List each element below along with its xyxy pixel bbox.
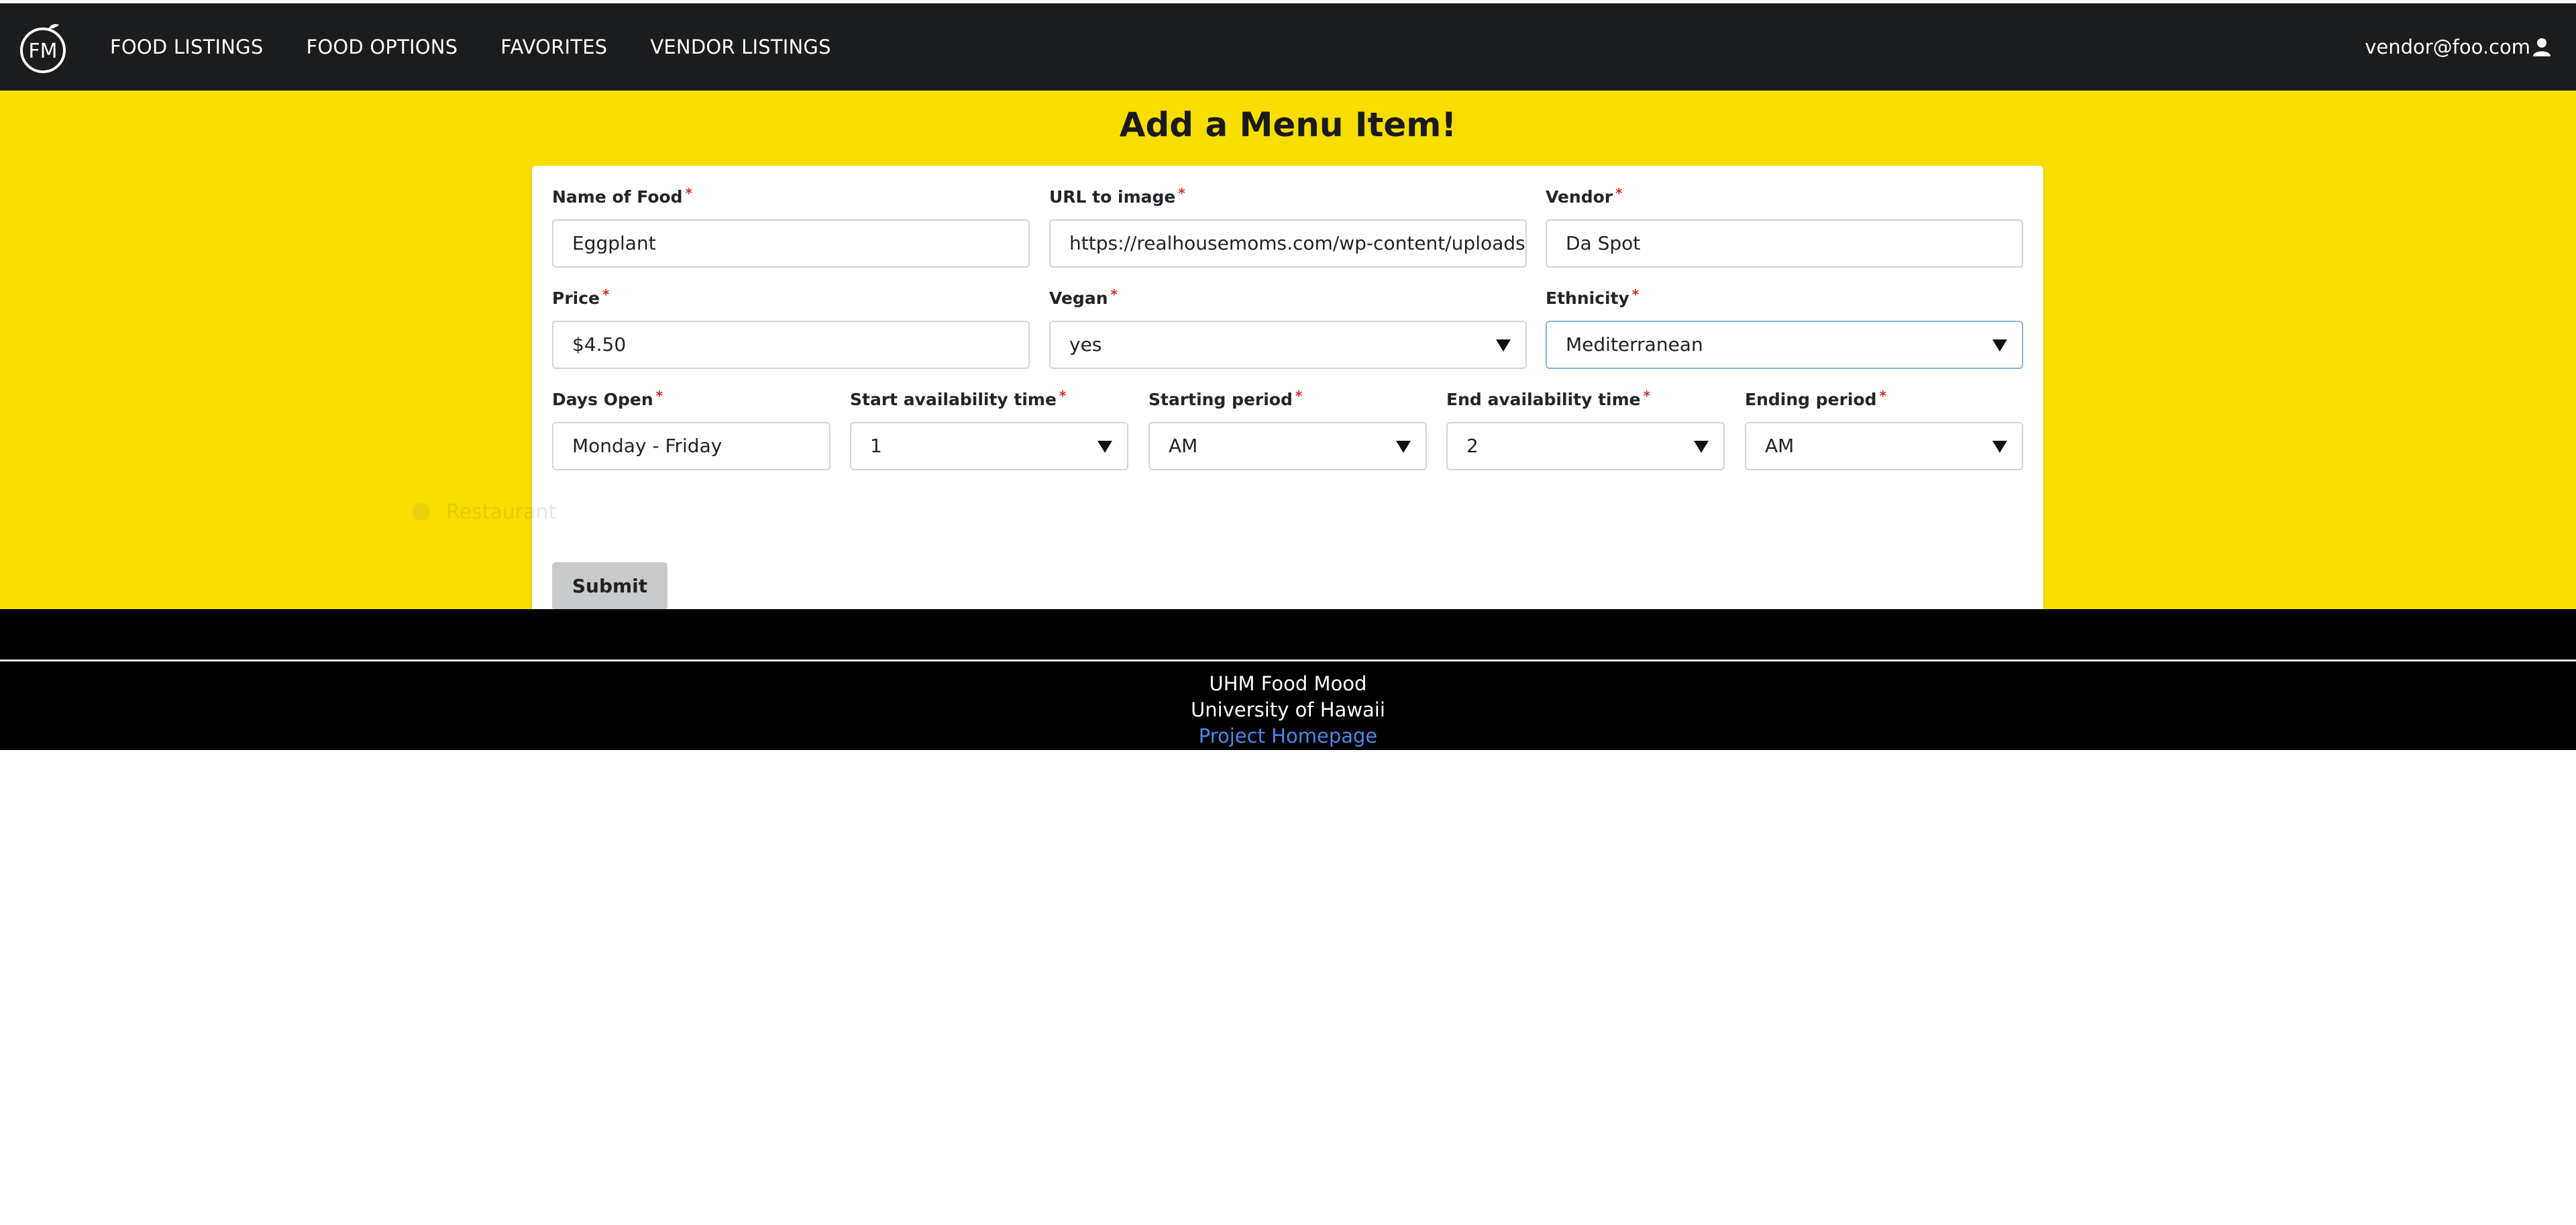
vegan-selected-value: yes xyxy=(1069,333,1102,356)
end-time-label: End availability time xyxy=(1446,390,1641,409)
start-time-label: Start availability time xyxy=(850,390,1057,409)
footer-divider xyxy=(0,659,2576,661)
nav-food-options[interactable]: FOOD OPTIONS xyxy=(306,36,458,58)
vendor-label: Vendor xyxy=(1546,187,1613,207)
user-email: vendor@foo.com xyxy=(2365,36,2530,58)
logo-icon[interactable]: FM xyxy=(19,21,67,74)
user-menu[interactable]: vendor@foo.com xyxy=(2365,3,2552,91)
food-name-input[interactable]: Eggplant xyxy=(552,219,1030,268)
caret-down-icon xyxy=(1694,441,1709,453)
end-period-label: Ending period xyxy=(1745,390,1877,409)
days-open-label: Days Open xyxy=(552,390,653,409)
start-period-label: Starting period xyxy=(1148,390,1293,409)
footer-university: University of Hawaii xyxy=(1191,698,1385,721)
caret-down-icon xyxy=(1496,339,1511,352)
nav-favorites[interactable]: FAVORITES xyxy=(500,36,607,58)
price-label: Price xyxy=(552,288,600,308)
required-mark: * xyxy=(685,185,693,201)
add-menu-item-form: Name of Food * Eggplant URL to image * htt… xyxy=(532,166,2043,647)
main-section: Add a Menu Item! Name of Food * Eggplant … xyxy=(0,91,2576,647)
user-icon xyxy=(2533,38,2551,56)
vegan-label: Vegan xyxy=(1049,288,1108,308)
ethnicity-select[interactable]: Mediterranean xyxy=(1546,321,2023,369)
vendor-field: Vendor * Da Spot xyxy=(1546,185,2023,268)
required-mark: * xyxy=(655,388,663,404)
end-period-field: Ending period * AM xyxy=(1745,388,2023,470)
food-name-field: Name of Food * Eggplant xyxy=(552,185,1030,268)
footer-site-name: UHM Food Mood xyxy=(1209,672,1367,695)
caret-down-icon xyxy=(1097,441,1112,453)
required-mark: * xyxy=(1178,185,1185,201)
end-time-selected-value: 2 xyxy=(1466,435,1479,457)
project-homepage-link[interactable]: Project Homepage xyxy=(0,723,2576,749)
required-mark: * xyxy=(602,286,610,303)
days-open-input[interactable]: Monday - Friday xyxy=(552,422,830,470)
required-mark: * xyxy=(1295,388,1303,404)
nav-links: FOOD LISTINGS FOOD OPTIONS FAVORITES VEN… xyxy=(110,3,874,91)
required-mark: * xyxy=(1110,286,1118,303)
footer-text: UHM Food Mood University of Hawaii Proje… xyxy=(0,671,2576,749)
footer: UHM Food Mood University of Hawaii Proje… xyxy=(0,609,2576,750)
image-url-label: URL to image xyxy=(1049,187,1176,207)
logo-text: FM xyxy=(28,40,57,63)
price-field: Price * $4.50 xyxy=(552,286,1030,369)
end-period-select[interactable]: AM xyxy=(1745,422,2023,470)
ethnicity-selected-value: Mediterranean xyxy=(1566,333,1703,356)
submit-button[interactable]: Submit xyxy=(552,562,667,610)
end-time-select[interactable]: 2 xyxy=(1446,422,1725,470)
caret-down-icon xyxy=(1992,441,2007,453)
required-mark: * xyxy=(1615,185,1623,201)
nav-food-listings[interactable]: FOOD LISTINGS xyxy=(110,36,263,58)
caret-down-icon xyxy=(1992,339,2007,352)
start-time-select[interactable]: 1 xyxy=(850,422,1128,470)
page-title: Add a Menu Item! xyxy=(1119,105,1457,144)
top-navbar: FM FOOD LISTINGS FOOD OPTIONS FAVORITES … xyxy=(0,3,2576,91)
ghost-radio-label: Restaurant xyxy=(446,500,557,524)
start-time-selected-value: 1 xyxy=(870,435,882,457)
start-time-field: Start availability time * 1 xyxy=(850,388,1128,470)
required-mark: * xyxy=(1643,388,1651,404)
vegan-select[interactable]: yes xyxy=(1049,321,1527,369)
caret-down-icon xyxy=(1396,441,1411,453)
end-time-field: End availability time * 2 xyxy=(1446,388,1725,470)
ethnicity-label: Ethnicity xyxy=(1546,288,1629,308)
required-mark: * xyxy=(1631,286,1640,303)
nav-vendor-listings[interactable]: VENDOR LISTINGS xyxy=(650,36,830,58)
start-period-selected-value: AM xyxy=(1169,435,1198,457)
required-mark: * xyxy=(1879,388,1887,404)
radio-dot-icon xyxy=(413,503,430,521)
vegan-field: Vegan * yes xyxy=(1049,286,1527,369)
vendor-input[interactable]: Da Spot xyxy=(1546,219,2023,268)
price-input[interactable]: $4.50 xyxy=(552,321,1030,369)
start-period-select[interactable]: AM xyxy=(1148,422,1427,470)
ghost-radio-option: Restaurant xyxy=(400,490,689,533)
image-url-input[interactable]: https://realhousemoms.com/wp-content/upl… xyxy=(1049,219,1527,268)
required-mark: * xyxy=(1059,388,1067,404)
days-open-field: Days Open * Monday - Friday xyxy=(552,388,830,470)
image-url-field: URL to image * https://realhousemoms.com/… xyxy=(1049,185,1527,268)
ethnicity-field: Ethnicity * Mediterranean xyxy=(1546,286,2023,369)
end-period-selected-value: AM xyxy=(1765,435,1794,457)
food-name-label: Name of Food xyxy=(552,187,683,207)
start-period-field: Starting period * AM xyxy=(1148,388,1427,470)
